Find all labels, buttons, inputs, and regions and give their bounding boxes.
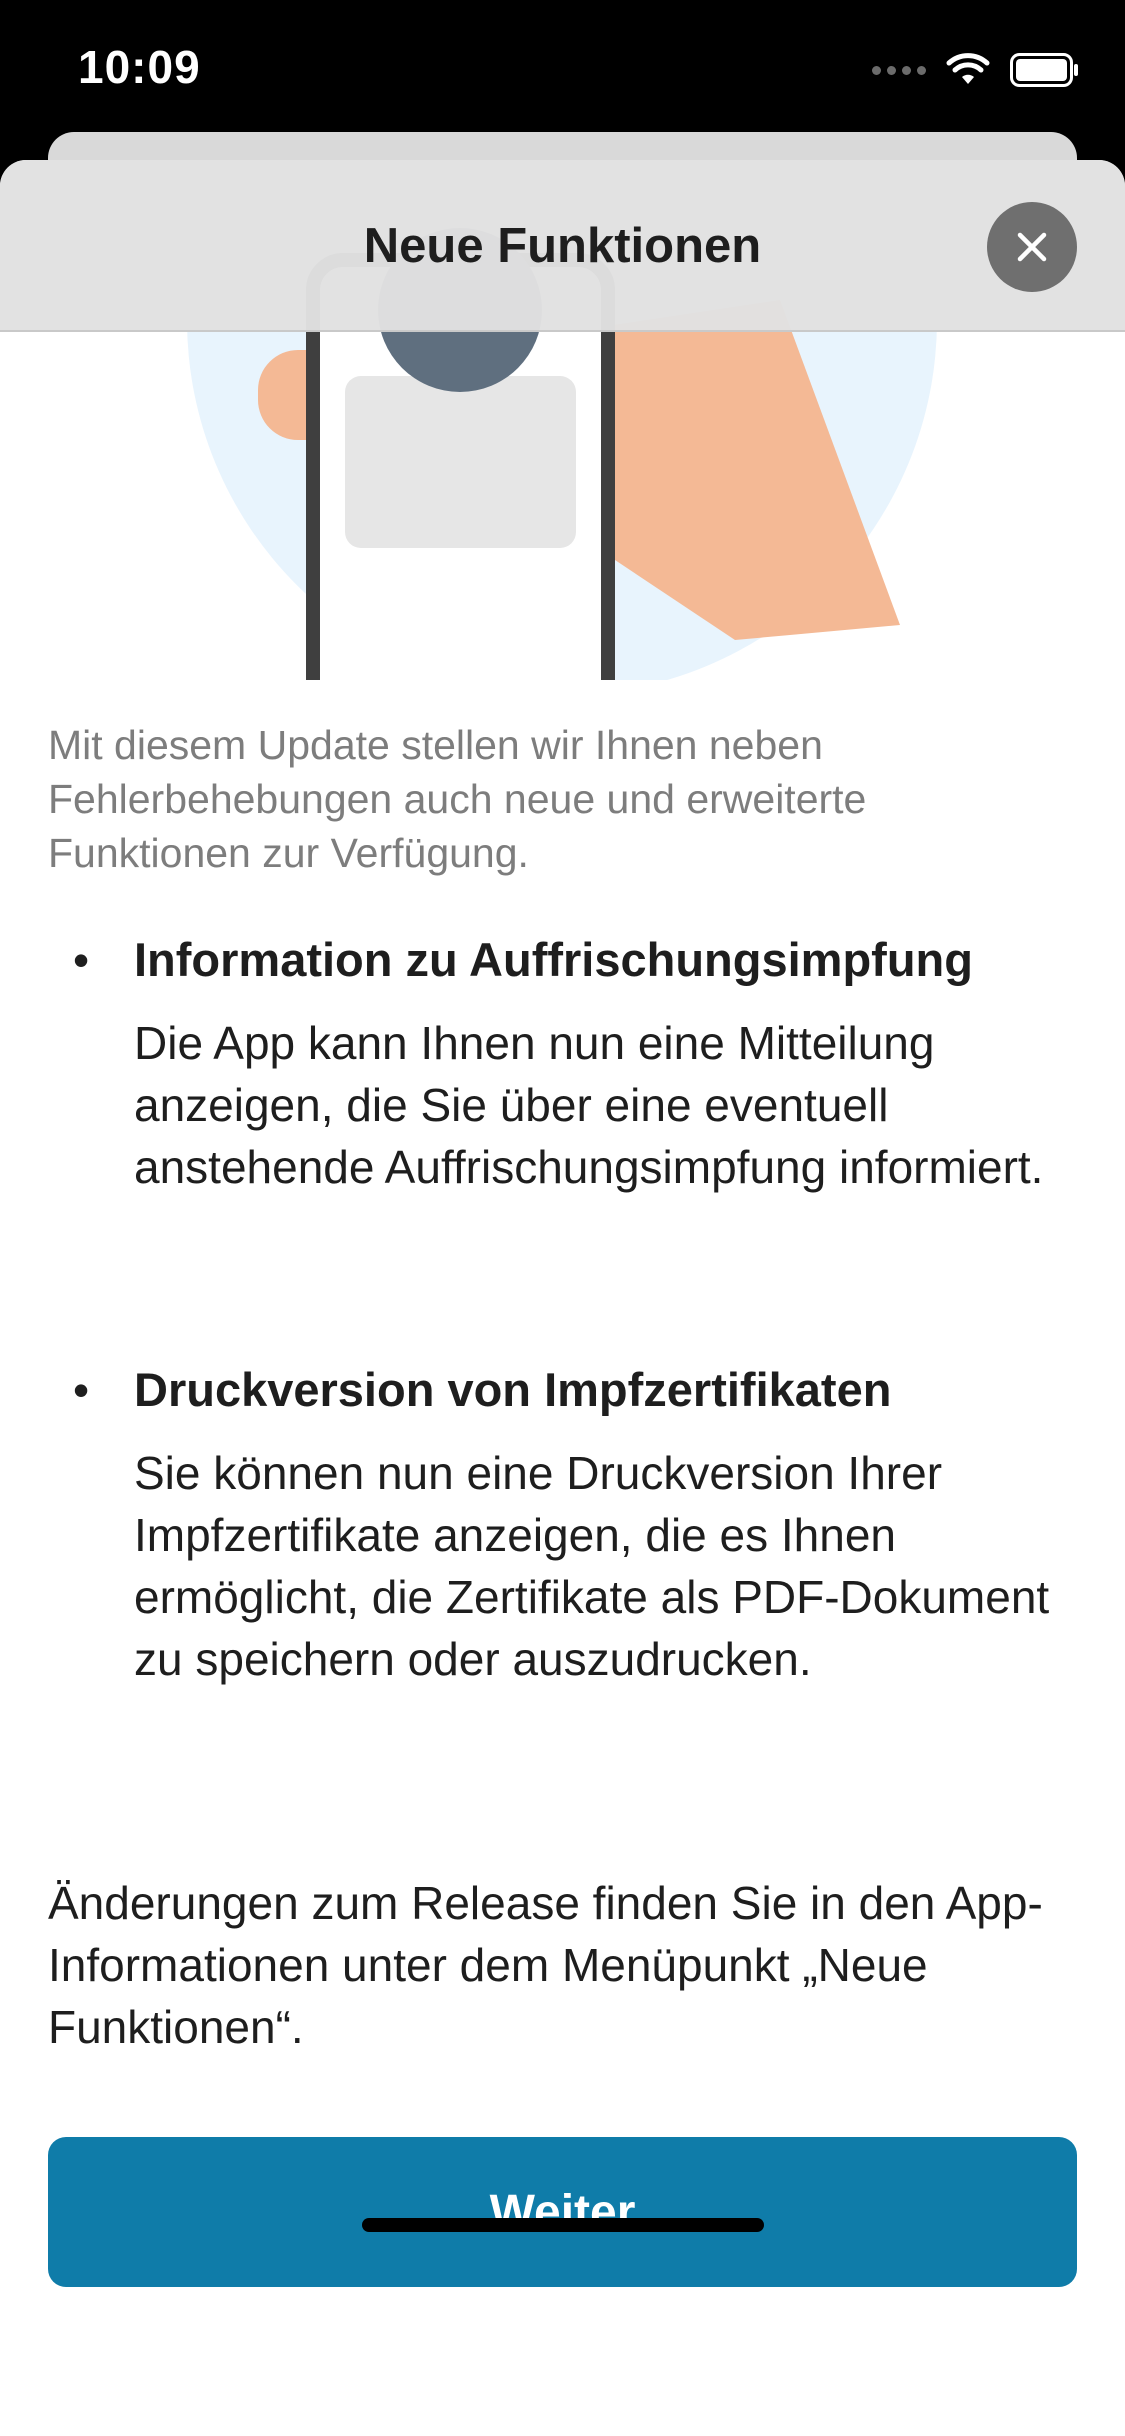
status-bar: 10:09	[0, 0, 1125, 140]
bullet: •	[73, 1364, 90, 1416]
nav-bar: Neue Funktionen	[0, 160, 1125, 332]
new-features-sheet: Neue Funktionen Mit diesem Update stelle…	[0, 160, 1125, 2436]
feature-title: Druckversion von Impfzertifikaten	[134, 1363, 892, 1416]
feature-title: Information zu Auffrischungsimpfung	[134, 933, 973, 986]
status-icons	[872, 50, 1080, 90]
wifi-icon	[946, 53, 990, 84]
status-time: 10:09	[78, 41, 201, 93]
intro-text: Mit diesem Update stellen wir Ihnen nebe…	[48, 722, 867, 876]
close-icon	[1017, 232, 1047, 262]
close-button[interactable]	[987, 202, 1077, 292]
feature-item: • Information zu Auffrischungsimpfung Di…	[48, 930, 1088, 1270]
page-title: Neue Funktionen	[363, 219, 762, 273]
release-note-text: Änderungen zum Release finden Sie in den…	[48, 1877, 1043, 2053]
signal-icon	[872, 65, 926, 75]
feature-description: Die App kann Ihnen nun eine Mitteilung a…	[134, 1017, 1044, 1193]
bullet: •	[73, 934, 90, 986]
feature-item: • Druckversion von Impfzertifikaten Sie …	[48, 1360, 1088, 1760]
continue-button[interactable]: Weiter	[48, 2137, 1077, 2287]
home-indicator	[362, 2218, 764, 2232]
feature-description: Sie können nun eine Druckversion Ihrer I…	[134, 1447, 1050, 1685]
battery-icon	[1010, 53, 1078, 87]
